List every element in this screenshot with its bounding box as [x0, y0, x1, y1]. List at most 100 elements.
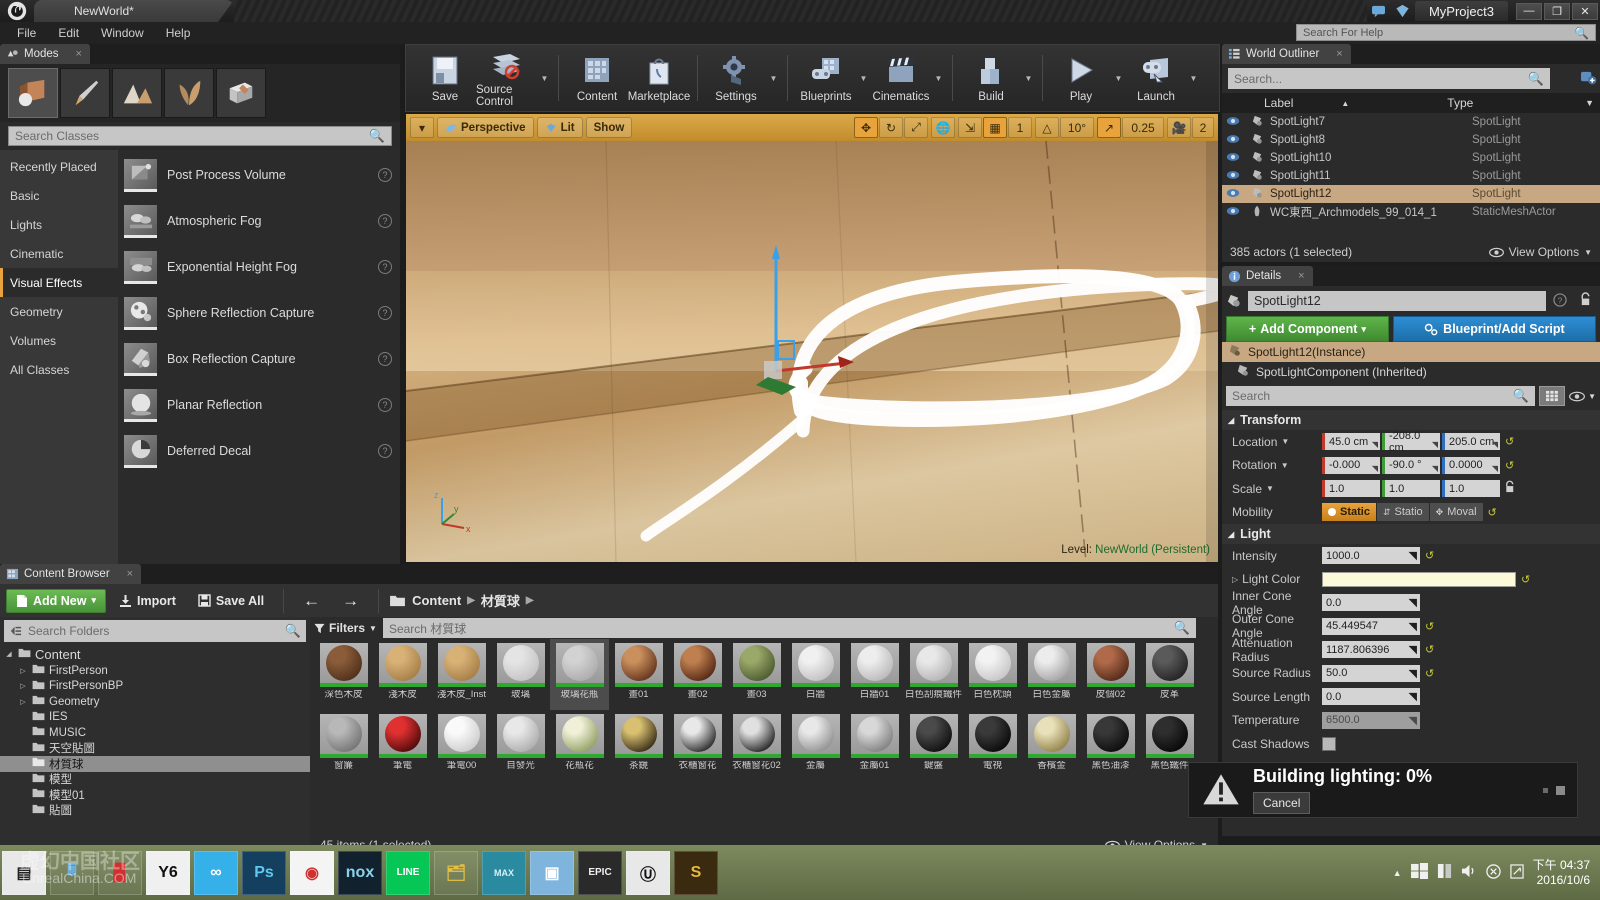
help-icon[interactable]: ?	[378, 352, 392, 366]
tab-content-browser[interactable]: Content Browser ×	[0, 564, 142, 584]
asset-tile[interactable]: 白色刮痕鐵件	[904, 639, 963, 710]
folder-item[interactable]: 天空貼圖	[0, 741, 310, 757]
class-item-exponential-height-fog[interactable]: Exponential Height Fog ?	[118, 244, 400, 290]
build-caret-icon[interactable]: ▼	[1022, 48, 1035, 108]
scale-snap-icon[interactable]: ↗	[1097, 117, 1121, 138]
asset-tile[interactable]: 白色枕頭	[963, 639, 1022, 710]
reset-source-radius-icon[interactable]: ↺	[1425, 667, 1434, 680]
save-all-button[interactable]: Save All	[189, 589, 273, 613]
visibility-eye-icon[interactable]	[1222, 152, 1244, 165]
asset-tile[interactable]: 花瓶花	[550, 710, 609, 781]
photo-icon[interactable]: ▣	[530, 850, 574, 895]
import-button[interactable]: Import	[110, 589, 185, 613]
visibility-eye-icon[interactable]	[1222, 188, 1244, 201]
category-cinematic[interactable]: Cinematic	[0, 239, 118, 268]
asset-tile[interactable]: 畫01	[609, 639, 668, 710]
lighting-mode-button[interactable]: Lit	[536, 117, 583, 138]
outliner-row[interactable]: SpotLight10 SpotLight	[1222, 149, 1600, 167]
scale-x-field[interactable]: 1.0	[1322, 480, 1380, 498]
reset-attenuation-radius-icon[interactable]: ↺	[1425, 643, 1434, 656]
class-item-box-reflection-capture[interactable]: Box Reflection Capture ?	[118, 336, 400, 382]
asset-tile[interactable]: 淺木皮_Inst	[432, 639, 491, 710]
visibility-eye-icon[interactable]	[1222, 206, 1244, 219]
epic-games-icon[interactable]: EPIC	[578, 850, 622, 895]
build-button[interactable]: Build	[960, 48, 1022, 108]
close-icon[interactable]: ×	[1336, 48, 1342, 60]
play-button[interactable]: Play	[1050, 48, 1112, 108]
level-tab[interactable]: NewWorld*	[34, 0, 234, 22]
maximize-button[interactable]: ❐	[1544, 2, 1570, 20]
light-color-swatch[interactable]	[1322, 571, 1516, 587]
action-center-icon[interactable]	[1485, 863, 1501, 882]
expand-arrow-icon[interactable]: ▷	[1232, 575, 1238, 584]
asset-tile[interactable]: 筆電00	[432, 710, 491, 781]
blueprint-add-script-button[interactable]: Blueprint/Add Script	[1392, 316, 1596, 342]
location-z-field[interactable]: 205.0 cm ◥	[1442, 433, 1500, 451]
geometry-edit-mode-icon[interactable]	[216, 68, 266, 118]
chevron-right-icon[interactable]: ▶	[526, 595, 534, 606]
landscape-mode-icon[interactable]	[112, 68, 162, 118]
scale-snap-value[interactable]: 0.25	[1122, 117, 1164, 138]
intensity-input[interactable]: 1000.0 ◥	[1322, 547, 1420, 565]
foliage-mode-icon[interactable]	[164, 68, 214, 118]
settings-button[interactable]: Settings	[705, 48, 767, 108]
add-actor-icon[interactable]	[1576, 70, 1600, 88]
outliner-search-input[interactable]: Search... 🔍	[1228, 68, 1550, 89]
asset-tile[interactable]: 電視	[963, 710, 1022, 781]
expand-arrow-icon[interactable]: ▷	[18, 667, 28, 675]
3dsmax-icon[interactable]: MAX	[482, 850, 526, 895]
category-all-classes[interactable]: All Classes	[0, 355, 118, 384]
menu-edit[interactable]: Edit	[47, 22, 90, 44]
outliner-view-options-button[interactable]: View Options ▼	[1488, 245, 1592, 259]
blueprints-button[interactable]: Blueprints	[795, 48, 857, 108]
windows-icon[interactable]	[1410, 863, 1428, 882]
actor-name-input[interactable]: SpotLight12	[1248, 291, 1546, 311]
asset-tile[interactable]: 茶鏡	[609, 710, 668, 781]
expand-arrow-icon[interactable]: ◢	[4, 650, 14, 658]
category-volumes[interactable]: Volumes	[0, 326, 118, 355]
asset-tile[interactable]: 香檳金	[1022, 710, 1081, 781]
paint-mode-icon[interactable]	[60, 68, 110, 118]
details-view-options-icon[interactable]: ▼	[1569, 391, 1596, 402]
menu-window[interactable]: Window	[90, 22, 155, 44]
angle-snap-value[interactable]: 10°	[1060, 117, 1094, 138]
ime-icon[interactable]	[1437, 863, 1452, 882]
asset-tile[interactable]: 金屬01	[845, 710, 904, 781]
content-button[interactable]: Content	[566, 48, 628, 108]
help-icon[interactable]: ?	[378, 398, 392, 412]
reset-location-icon[interactable]: ↺	[1505, 435, 1514, 448]
mobility-stationary-button[interactable]: ⇵ Statio	[1376, 503, 1429, 522]
chevron-down-icon[interactable]: ▼	[1281, 437, 1289, 446]
minimize-button[interactable]: —	[1516, 2, 1542, 20]
add-new-button[interactable]: Add New ▾	[6, 588, 107, 613]
tab-world-outliner[interactable]: World Outliner ×	[1222, 44, 1351, 64]
rotation-pitch-field[interactable]: -90.0 ° ◥	[1382, 456, 1440, 474]
folder-item[interactable]: 模型	[0, 772, 310, 788]
asset-tile[interactable]: 自發光	[491, 710, 550, 781]
reset-rotation-icon[interactable]: ↺	[1505, 459, 1514, 472]
nav-forward-button[interactable]: →	[333, 589, 368, 613]
folder-item[interactable]: ▷ FirstPerson	[0, 663, 310, 679]
visibility-eye-icon[interactable]	[1222, 134, 1244, 147]
cancel-button[interactable]: Cancel	[1253, 792, 1311, 814]
asset-tile[interactable]: 白牆01	[845, 639, 904, 710]
asset-tile[interactable]: 窗簾	[314, 710, 373, 781]
category-basic[interactable]: Basic	[0, 181, 118, 210]
y6-icon[interactable]: Y6	[146, 850, 190, 895]
asset-tile[interactable]: 筆電	[373, 710, 432, 781]
visibility-eye-icon[interactable]	[1222, 116, 1244, 129]
outliner-row[interactable]: SpotLight12 SpotLight	[1222, 185, 1600, 203]
grid-snap-value[interactable]: 1	[1008, 117, 1032, 138]
outliner-row[interactable]: SpotLight11 SpotLight	[1222, 167, 1600, 185]
expand-arrow-icon[interactable]: ▷	[18, 682, 28, 690]
photoshop-icon[interactable]: Ps	[242, 850, 286, 895]
section-header-light[interactable]: ◢ Light	[1222, 524, 1600, 544]
taskbar-clock[interactable]: 下午 04:37 2016/10/6	[1533, 858, 1590, 888]
reset-outer-cone-angle-icon[interactable]: ↺	[1425, 620, 1434, 633]
help-icon[interactable]: ?	[378, 214, 392, 228]
add-component-button[interactable]: + Add Component ▾	[1226, 316, 1389, 342]
volume-icon[interactable]	[1461, 864, 1477, 881]
column-options-icon[interactable]: ▼	[1585, 98, 1594, 108]
cinematics-button[interactable]: Cinematics	[870, 48, 932, 108]
close-icon[interactable]: ×	[1298, 270, 1304, 282]
